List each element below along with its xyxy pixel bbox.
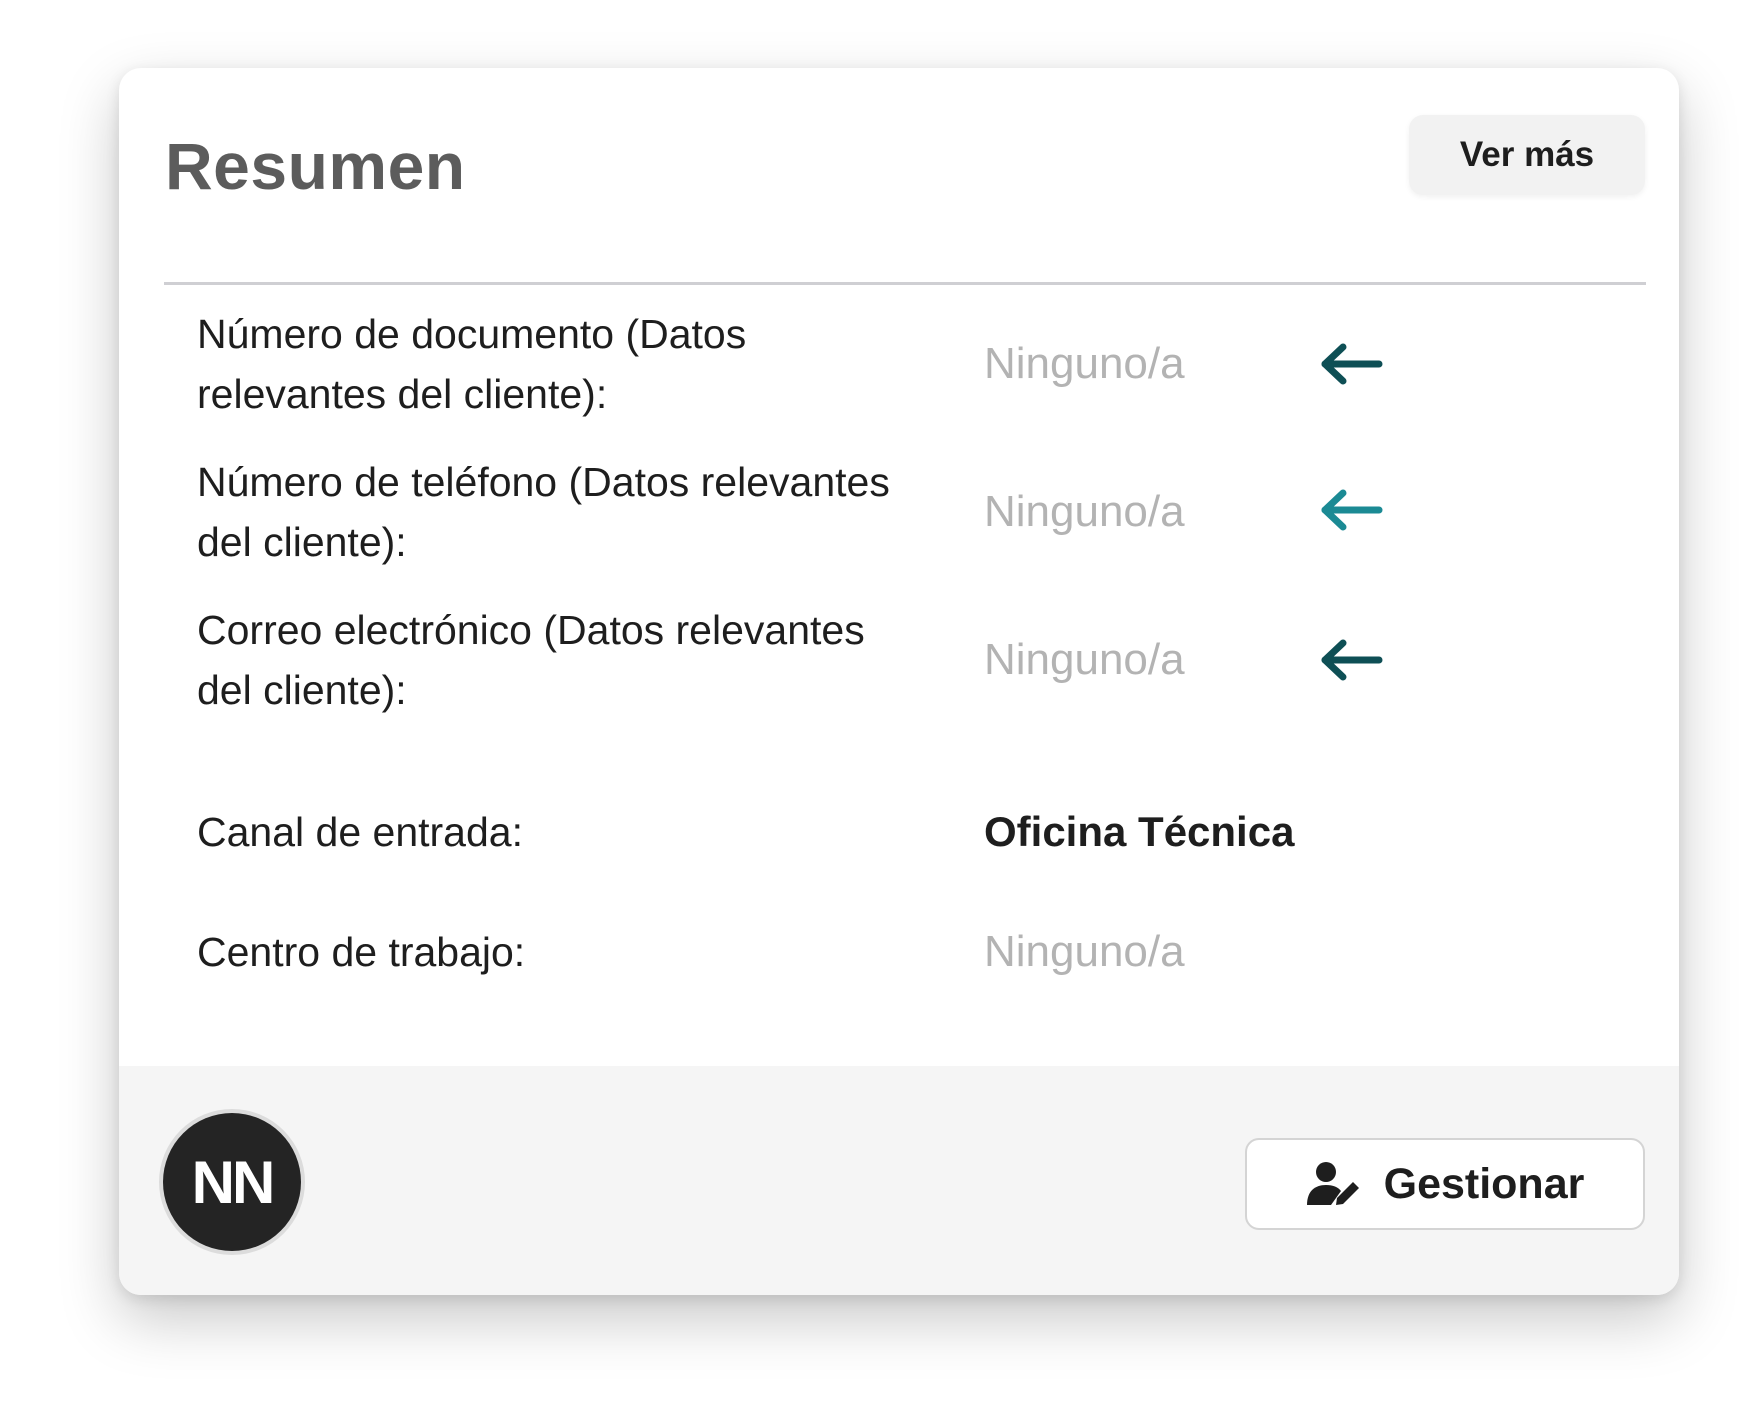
- field-label: Correo electrónico (Datos relevantes del…: [197, 607, 865, 713]
- field-value: Ninguno/a: [984, 339, 1185, 388]
- field-value: Ninguno/a: [984, 635, 1185, 684]
- ver-mas-button[interactable]: Ver más: [1409, 115, 1645, 195]
- field-row-document-number: Número de documento (Datos relevantes de…: [197, 304, 1637, 424]
- field-value: Ninguno/a: [984, 927, 1185, 976]
- field-value: Oficina Técnica: [984, 808, 1295, 855]
- field-row-entry-channel: Canal de entrada: Oficina Técnica: [197, 802, 1637, 862]
- divider: [164, 282, 1646, 285]
- gestionar-button[interactable]: Gestionar: [1245, 1138, 1645, 1230]
- card-title: Resumen: [165, 129, 466, 203]
- arrow-left-icon: [1321, 489, 1383, 531]
- field-label: Canal de entrada:: [197, 809, 523, 855]
- field-label: Número de documento (Datos relevantes de…: [197, 311, 747, 417]
- field-label: Número de teléfono (Datos relevantes del…: [197, 459, 890, 565]
- summary-card: Resumen Ver más Número de documento (Dat…: [119, 68, 1679, 1295]
- gestionar-label: Gestionar: [1383, 1159, 1585, 1208]
- card-footer: NN Gestionar: [119, 1066, 1679, 1295]
- avatar: NN: [163, 1113, 301, 1251]
- field-row-email: Correo electrónico (Datos relevantes del…: [197, 600, 1637, 720]
- arrow-left-icon: [1321, 639, 1383, 681]
- field-row-phone-number: Número de teléfono (Datos relevantes del…: [197, 452, 1637, 572]
- field-value: Ninguno/a: [984, 487, 1185, 536]
- field-label: Centro de trabajo:: [197, 929, 526, 975]
- arrow-left-icon: [1321, 343, 1383, 385]
- user-edit-icon: [1306, 1162, 1359, 1205]
- field-row-work-center: Centro de trabajo: Ninguno/a: [197, 922, 1637, 982]
